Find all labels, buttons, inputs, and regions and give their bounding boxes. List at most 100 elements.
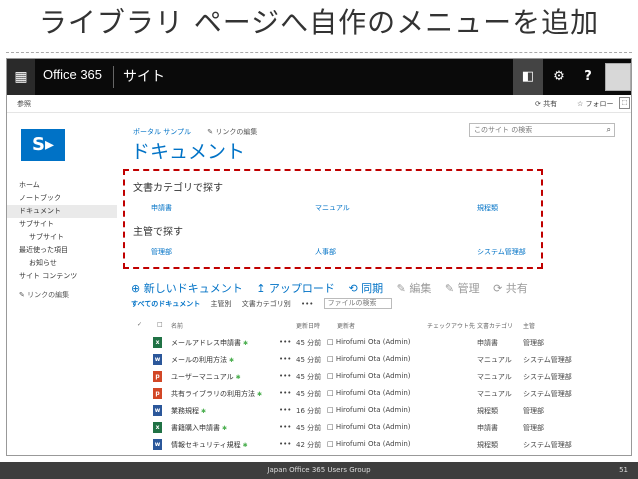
owner-link-hr[interactable]: 人事部 (315, 247, 336, 257)
nav-edit-links[interactable]: ✎ リンクの編集 (7, 289, 117, 302)
footer-text: Japan Office 365 Users Group (267, 466, 371, 474)
nav-item-announcements[interactable]: お知らせ (7, 257, 117, 270)
category-heading: 文書カテゴリで探す (133, 183, 223, 194)
follow-button[interactable]: ☆ フォロー (577, 99, 614, 109)
modified-by: □ Hirofumi Ota (Admin) (327, 423, 411, 431)
search-icon[interactable]: ⌕ (607, 124, 611, 136)
item-menu-button[interactable]: ••• (279, 406, 291, 414)
slide-title: ライブラリ ページへ自作のメニューを追加 (38, 6, 600, 39)
focus-content-icon[interactable]: ⬚ (619, 97, 630, 109)
slide-footer: Japan Office 365 Users Group 51 (0, 462, 638, 479)
document-name: メールの利用方法 (171, 356, 227, 364)
edit-button[interactable]: ✎ 編集 (397, 282, 432, 295)
table-row[interactable]: x メールアドレス申請書 ✱ ••• 45 分前 □ Hirofumi Ota (Admi… (131, 335, 631, 351)
modified-time: 45 分前 (296, 339, 322, 347)
document-name-link[interactable]: 共有ライブラリの利用方法 ✱ (171, 389, 262, 399)
category-link-rules[interactable]: 規程類 (477, 203, 498, 213)
item-menu-button[interactable]: ••• (279, 440, 291, 448)
column-checked-out[interactable]: チェックアウト先 (427, 321, 475, 330)
gear-icon[interactable]: ⚙ (544, 59, 574, 95)
category-link-forms[interactable]: 申請書 (151, 203, 172, 213)
share-button[interactable]: ⟳ 共有 (535, 99, 557, 109)
column-name[interactable]: 名前 (171, 321, 183, 330)
suite-bar-divider (113, 66, 114, 88)
share-doc-button[interactable]: ⟳ 共有 (493, 282, 528, 295)
upload-button[interactable]: ↥ アップロード (256, 282, 335, 295)
doc-type-column: □ (157, 321, 163, 328)
nav-item-recent[interactable]: 最近使った項目 (7, 244, 117, 257)
table-row[interactable]: w 情報セキュリティ規程 ✱ ••• 42 分前 □ Hirofumi Ota (Admi… (131, 437, 631, 453)
file-type-icon: w (153, 405, 162, 416)
item-menu-button[interactable]: ••• (279, 338, 291, 346)
modified-by: □ Hirofumi Ota (Admin) (327, 440, 411, 448)
modified-by: □ Hirofumi Ota (Admin) (327, 338, 411, 346)
browse-tab[interactable]: 参照 (17, 99, 31, 109)
view-more-button[interactable]: ••• (301, 300, 313, 308)
nav-item-notebook[interactable]: ノートブック (7, 192, 117, 205)
owner-value: 管理部 (523, 407, 544, 415)
column-category[interactable]: 文書カテゴリ (477, 321, 513, 330)
sync-button[interactable]: ⟲ 同期 (348, 282, 383, 295)
select-all-checkbox[interactable]: ✓ (137, 321, 142, 328)
breadcrumb: ポータル サンプル ✎ リンクの編集 (133, 127, 257, 137)
file-search-input[interactable]: ファイルの検索 (323, 298, 392, 309)
edit-links-link[interactable]: ✎ リンクの編集 (207, 128, 257, 136)
nav-item-subsite[interactable]: サブサイト (7, 231, 117, 244)
view-by-owner[interactable]: 主管別 (210, 300, 231, 308)
new-item-icon: ✱ (222, 425, 228, 432)
site-search-input[interactable]: このサイト の検索 ⌕ (469, 123, 615, 137)
table-row[interactable]: p ユーザーマニュアル ✱ ••• 45 分前 □ Hirofumi Ota (Admin… (131, 369, 631, 385)
document-name-link[interactable]: 業務規程 ✱ (171, 406, 206, 416)
site-label[interactable]: サイト (123, 66, 165, 86)
column-modified[interactable]: 更新日時 (296, 321, 320, 330)
item-menu-button[interactable]: ••• (279, 372, 291, 380)
category-value: 申請書 (477, 424, 498, 432)
new-item-icon: ✱ (243, 340, 249, 347)
sharepoint-logo[interactable]: S▸ (21, 129, 65, 161)
file-type-icon: w (153, 439, 162, 450)
manage-button[interactable]: ✎ 管理 (445, 282, 480, 295)
owner-value: 管理部 (523, 424, 544, 432)
nav-item-home[interactable]: ホーム (7, 179, 117, 192)
breadcrumb-site-link[interactable]: ポータル サンプル (133, 128, 191, 136)
document-name-link[interactable]: メールアドレス申請書 ✱ (171, 338, 248, 348)
view-all-documents[interactable]: すべてのドキュメント (131, 300, 200, 308)
nav-item-subsites[interactable]: サブサイト (7, 218, 117, 231)
table-row[interactable]: p 共有ライブラリの利用方法 ✱ ••• 45 分前 □ Hirofumi Ota (Ad… (131, 386, 631, 402)
outlook-icon[interactable]: ◧ (513, 59, 543, 95)
new-item-icon: ✱ (257, 391, 263, 398)
item-menu-button[interactable]: ••• (279, 389, 291, 397)
document-name-link[interactable]: 書籍購入申請書 ✱ (171, 423, 227, 433)
avatar[interactable] (605, 63, 631, 91)
help-button[interactable]: ? (573, 59, 603, 95)
item-menu-button[interactable]: ••• (279, 355, 291, 363)
modified-time: 42 分前 (296, 441, 322, 449)
new-document-button[interactable]: ⊕ 新しいドキュメント (131, 282, 243, 295)
category-value: 申請書 (477, 339, 498, 347)
office365-suite-bar: ▦ Office 365 サイト ◧ ⚙ ? (7, 59, 631, 95)
sharepoint-screenshot: ▦ Office 365 サイト ◧ ⚙ ? 参照 ⟳ 共有 ☆ フォロー ⬚ … (6, 58, 632, 456)
view-by-category[interactable]: 文書カテゴリ別 (242, 300, 291, 308)
nav-item-documents[interactable]: ドキュメント (7, 205, 117, 218)
owner-link-it[interactable]: システム管理部 (477, 247, 526, 257)
document-name-link[interactable]: メールの利用方法 ✱ (171, 355, 234, 365)
office365-brand[interactable]: Office 365 (43, 67, 102, 82)
modified-by: □ Hirofumi Ota (Admin) (327, 355, 411, 363)
owner-value: システム管理部 (523, 373, 572, 381)
table-row[interactable]: w メールの利用方法 ✱ ••• 45 分前 □ Hirofumi Ota (Admin)… (131, 352, 631, 368)
nav-item-site-contents[interactable]: サイト コンテンツ (7, 270, 117, 283)
modified-time: 45 分前 (296, 424, 322, 432)
document-name: 業務規程 (171, 407, 199, 415)
column-modified-by[interactable]: 更新者 (337, 321, 355, 330)
table-row[interactable]: x 書籍購入申請書 ✱ ••• 45 分前 □ Hirofumi Ota (Admin) 申… (131, 420, 631, 436)
view-switcher: すべてのドキュメント 主管別 文書カテゴリ別 ••• ファイルの検索 (131, 298, 400, 309)
column-owner[interactable]: 主管 (523, 321, 535, 330)
table-row[interactable]: w 業務規程 ✱ ••• 16 分前 □ Hirofumi Ota (Admin) 規程類 管… (131, 403, 631, 419)
owner-link-admin[interactable]: 管理部 (151, 247, 172, 257)
app-launcher-icon[interactable]: ▦ (7, 59, 35, 95)
page-title[interactable]: ドキュメント (131, 137, 245, 164)
document-name-link[interactable]: ユーザーマニュアル ✱ (171, 372, 241, 382)
document-name-link[interactable]: 情報セキュリティ規程 ✱ (171, 440, 248, 450)
item-menu-button[interactable]: ••• (279, 423, 291, 431)
category-link-manuals[interactable]: マニュアル (315, 203, 350, 213)
